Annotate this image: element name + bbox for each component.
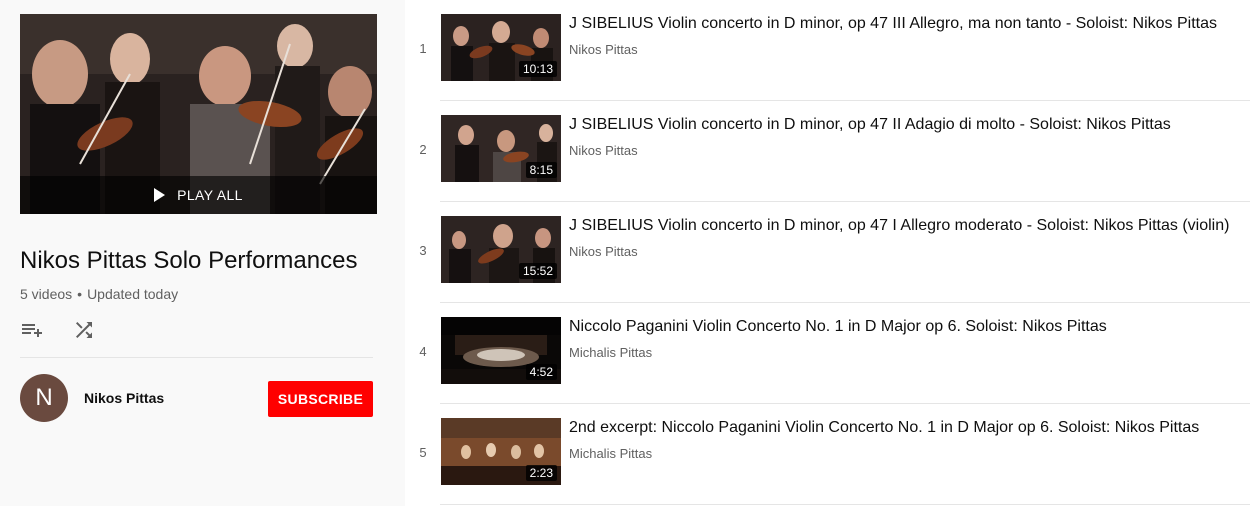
list-item[interactable]: 4 4:52 Niccolo Paganini Violin Concerto … bbox=[405, 303, 1250, 404]
list-item[interactable]: 5 2:23 2nd excerpt: Niccolo Paganini Vio… bbox=[405, 404, 1250, 505]
video-index: 4 bbox=[419, 344, 427, 359]
subscribe-button[interactable]: SUBSCRIBE bbox=[268, 381, 373, 417]
play-all-button[interactable]: PLAY ALL bbox=[20, 176, 377, 214]
video-channel[interactable]: Nikos Pittas bbox=[569, 244, 638, 259]
video-channel[interactable]: Nikos Pittas bbox=[569, 42, 638, 57]
video-thumbnail[interactable]: 15:52 bbox=[441, 216, 561, 283]
add-to-queue-button[interactable] bbox=[20, 318, 44, 342]
playlist-hero-thumbnail[interactable]: PLAY ALL bbox=[20, 14, 377, 214]
video-channel[interactable]: Nikos Pittas bbox=[569, 143, 638, 158]
video-index: 5 bbox=[419, 445, 427, 460]
video-count: 5 videos bbox=[20, 286, 73, 302]
list-item[interactable]: 2 8:15 J SIBELIUS Violin concerto in D m… bbox=[405, 101, 1250, 202]
video-title[interactable]: J SIBELIUS Violin concerto in D minor, o… bbox=[569, 14, 1239, 34]
avatar-letter: N bbox=[35, 384, 53, 411]
playlist-sidebar: PLAY ALL Nikos Pittas Solo Performances … bbox=[0, 0, 405, 506]
video-title[interactable]: J SIBELIUS Violin concerto in D minor, o… bbox=[569, 216, 1239, 236]
playlist-stats: 5 videos • Updated today bbox=[20, 286, 178, 302]
video-thumbnail[interactable]: 8:15 bbox=[441, 115, 561, 182]
updated-text: Updated today bbox=[87, 286, 179, 302]
video-duration: 10:13 bbox=[518, 61, 557, 77]
playlist-title: Nikos Pittas Solo Performances bbox=[20, 247, 358, 274]
video-duration: 15:52 bbox=[518, 263, 557, 279]
video-duration: 8:15 bbox=[525, 162, 557, 178]
video-duration: 4:52 bbox=[525, 364, 557, 380]
video-duration: 2:23 bbox=[525, 465, 557, 481]
avatar[interactable]: N bbox=[20, 374, 68, 422]
shuffle-button[interactable] bbox=[72, 318, 96, 342]
row-divider bbox=[440, 504, 1250, 505]
stats-separator: • bbox=[77, 286, 83, 302]
video-channel[interactable]: Michalis Pittas bbox=[569, 345, 652, 360]
playlist-add-icon bbox=[22, 324, 42, 337]
playlist-actions bbox=[20, 318, 96, 342]
video-thumbnail[interactable]: 2:23 bbox=[441, 418, 561, 485]
video-title[interactable]: 2nd excerpt: Niccolo Paganini Violin Con… bbox=[569, 418, 1239, 438]
video-index: 2 bbox=[419, 142, 427, 157]
video-thumbnail[interactable]: 4:52 bbox=[441, 317, 561, 384]
shuffle-icon bbox=[76, 322, 92, 338]
play-all-label: PLAY ALL bbox=[177, 187, 243, 203]
play-icon bbox=[154, 188, 166, 202]
video-list: 1 10:13 J SIBELIUS Violin concerto in D … bbox=[405, 0, 1250, 506]
sidebar-divider bbox=[20, 357, 373, 358]
video-index: 1 bbox=[419, 41, 427, 56]
video-thumbnail[interactable]: 10:13 bbox=[441, 14, 561, 81]
video-channel[interactable]: Michalis Pittas bbox=[569, 446, 652, 461]
video-title[interactable]: Niccolo Paganini Violin Concerto No. 1 i… bbox=[569, 317, 1239, 337]
list-item[interactable]: 3 15:52 J SIBELIUS Violin concerto in D … bbox=[405, 202, 1250, 303]
video-title[interactable]: J SIBELIUS Violin concerto in D minor, o… bbox=[569, 115, 1239, 135]
owner-name[interactable]: Nikos Pittas bbox=[84, 390, 164, 406]
video-index: 3 bbox=[419, 243, 427, 258]
list-item[interactable]: 1 10:13 J SIBELIUS Violin concerto in D … bbox=[405, 0, 1250, 101]
